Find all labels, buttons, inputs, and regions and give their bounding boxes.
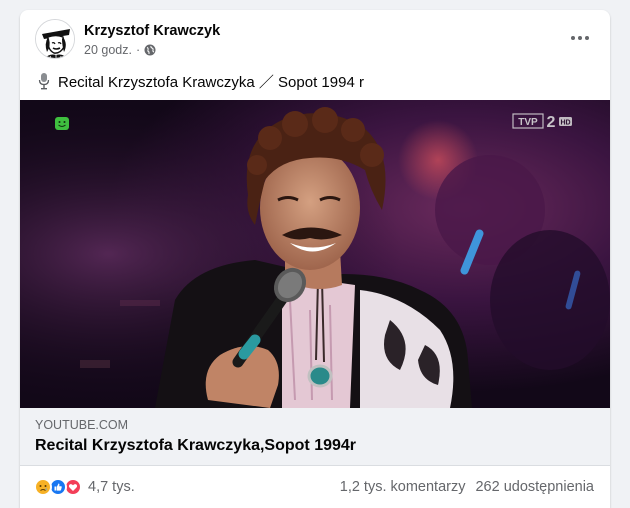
svg-text:TVP: TVP [518,117,538,128]
post-text-content: Recital Krzysztofa Krawczyka ／ Sopot 199… [58,73,364,91]
svg-text:HD: HD [560,120,570,127]
meta-separator: · [135,43,141,57]
author-avatar[interactable] [35,19,75,59]
reactions-summary[interactable]: 4,7 tys. [34,478,135,496]
post-card: Krzysztof Krawczyk 20 godz. · Recital Kr… [20,10,610,508]
microphone-icon [36,72,52,90]
avatar-portrait-icon [36,20,74,58]
link-preview[interactable]: YOUTUBE.COM Recital Krzysztofa Krawczyka… [20,408,610,466]
smiley-icon [55,117,69,130]
post-text: Recital Krzysztofa Krawczyka ／ Sopot 199… [36,70,364,92]
link-domain: YOUTUBE.COM [35,418,129,432]
link-title[interactable]: Recital Krzysztofa Krawczyka,Sopot 1994r [35,437,356,455]
reactions-count: 4,7 tys. [88,479,135,495]
more-dot-icon [585,36,589,40]
post-header: Krzysztof Krawczyk 20 godz. · [20,10,610,66]
post-stats-bar: 4,7 tys. 1,2 tys. komentarzy 262 udostęp… [20,466,610,508]
author-name[interactable]: Krzysztof Krawczyk [84,23,220,39]
more-dot-icon [578,36,582,40]
stats-spacer [465,479,475,495]
globe-icon [144,44,156,56]
comments-count-link[interactable]: 1,2 tys. komentarzy [340,479,466,495]
shares-count-link[interactable]: 262 udostępnienia [475,479,594,495]
post-meta: 20 godz. · [84,43,156,57]
video-scene-image: TVP 2 HD [20,100,610,408]
video-thumbnail[interactable]: TVP 2 HD [20,100,610,408]
post-time[interactable]: 20 godz. [84,43,132,57]
more-options-button[interactable] [564,26,596,50]
sad-reaction-icon [34,478,52,496]
more-dot-icon [571,36,575,40]
engagement-stats: 1,2 tys. komentarzy 262 udostępnienia [340,479,594,495]
svg-text:2: 2 [547,114,556,131]
